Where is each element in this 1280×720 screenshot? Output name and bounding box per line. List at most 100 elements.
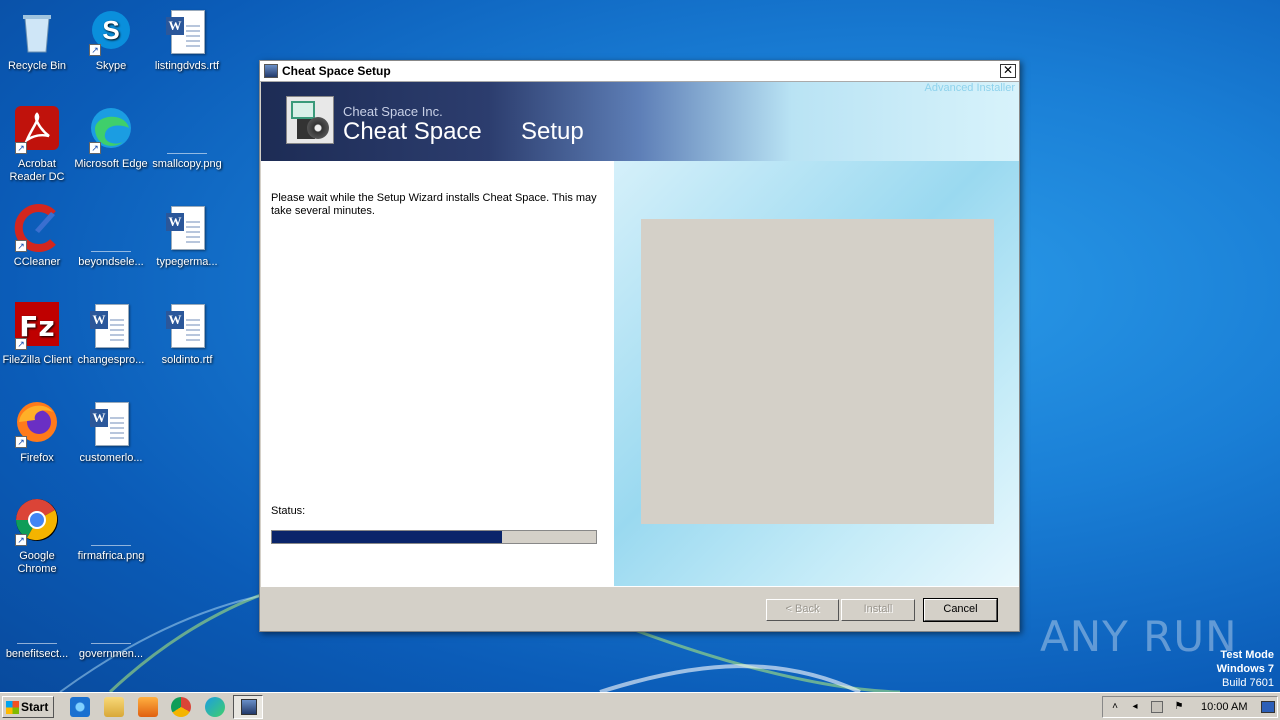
shortcut-arrow-icon: ↗: [15, 436, 27, 448]
filezilla-icon: Fz ↗: [13, 302, 61, 350]
desktop-icon-typegerma[interactable]: W typegerma...: [150, 204, 224, 269]
image-placeholder: [641, 219, 994, 524]
progress-fill: [272, 531, 503, 543]
desktop-icon-skype[interactable]: S ↗ Skype: [74, 8, 148, 73]
desktop-icon-edge[interactable]: ↗ Microsoft Edge: [74, 106, 148, 171]
desktop-icon-label: Recycle Bin: [7, 60, 67, 72]
show-desktop-icon[interactable]: [1261, 701, 1275, 713]
desktop-icon-label: listingdvds.rtf: [154, 60, 220, 72]
banner-product: Cheat Space: [343, 118, 482, 145]
desktop-icon-label: typegerma...: [156, 256, 218, 268]
word-document-icon: W: [163, 302, 211, 350]
back-button[interactable]: < Back: [766, 599, 839, 621]
desktop-icon-label: Firefox: [20, 452, 54, 464]
media-player-icon[interactable]: [138, 697, 158, 717]
desktop-icon-label: beyondsele...: [78, 256, 144, 268]
setup-banner: Cheat Space Inc. Cheat Space Setup Advan…: [261, 82, 1019, 161]
installer-taskbar-icon: [241, 699, 257, 715]
show-hidden-icons-icon[interactable]: ˄: [1109, 701, 1121, 713]
desktop-icon-firmafrica[interactable]: firmafrica.png: [74, 498, 148, 563]
desktop-icon-label: Google Chrome: [17, 550, 57, 575]
desktop-icon-recycle-bin[interactable]: Recycle Bin: [0, 8, 74, 73]
desktop-icon-label: smallcopy.png: [152, 158, 222, 170]
skype-icon: S ↗: [87, 8, 135, 56]
anyrun-watermark: ANY RUN: [1040, 612, 1238, 661]
desktop-icon-firefox[interactable]: ↗ Firefox: [0, 400, 74, 465]
desktop-icon-label: Microsoft Edge: [74, 158, 148, 170]
desktop-icon-acrobat[interactable]: ↗ Acrobat Reader DC: [0, 106, 74, 184]
desktop-icon-governmen[interactable]: governmen...: [74, 596, 148, 661]
banner-company: Cheat Space Inc.: [343, 104, 443, 119]
desktop-icon-label: customerlo...: [79, 452, 143, 464]
image-file-icon: [91, 222, 131, 252]
start-label: Start: [21, 700, 49, 714]
banner-setup: Setup: [521, 118, 584, 145]
banner-brand: Advanced Installer: [924, 82, 1016, 94]
install-button[interactable]: Install: [841, 599, 915, 621]
content-pane: Please wait while the Setup Wizard insta…: [261, 161, 614, 586]
os-label: Windows 7: [1216, 663, 1274, 675]
edge-taskbar-icon[interactable]: [205, 697, 225, 717]
desktop-icon-smallcopy[interactable]: smallcopy.png: [150, 106, 224, 171]
chrome-icon: ↗: [13, 498, 61, 546]
window-title: Cheat Space Setup: [282, 64, 391, 78]
shortcut-arrow-icon: ↗: [89, 44, 101, 56]
recycle-bin-icon: [13, 8, 61, 56]
build-label: Build 7601: [1222, 677, 1274, 689]
desktop-icon-label: firmafrica.png: [77, 550, 145, 562]
installer-app-icon: [264, 64, 278, 78]
desktop-icon-label: FileZilla Client: [2, 354, 72, 366]
side-image-pane: [614, 161, 1019, 586]
shortcut-arrow-icon: ↗: [15, 240, 27, 252]
test-mode-label: Test Mode: [1220, 649, 1274, 661]
internet-explorer-icon[interactable]: [70, 697, 90, 717]
chrome-taskbar-icon[interactable]: [171, 697, 191, 717]
clock[interactable]: 10:00 AM: [1201, 697, 1247, 717]
setup-window: Cheat Space Setup ✕ Cheat Space Inc. Che…: [259, 60, 1020, 632]
shortcut-arrow-icon: ↗: [15, 534, 27, 546]
product-logo-icon: [286, 96, 334, 144]
desktop-icon-benefitsect[interactable]: benefitsect...: [0, 596, 74, 661]
word-document-icon: W: [87, 302, 135, 350]
system-tray: ˄ ◂ ⚑ 10:00 AM: [1102, 696, 1278, 718]
install-message: Please wait while the Setup Wizard insta…: [271, 192, 597, 217]
acrobat-icon: ↗: [13, 106, 61, 154]
action-center-flag-icon[interactable]: ⚑: [1173, 701, 1185, 713]
desktop-icon-changespro[interactable]: W changespro...: [74, 302, 148, 367]
desktop-icon-soldinto[interactable]: W soldinto.rtf: [150, 302, 224, 367]
svg-text:S: S: [102, 15, 119, 45]
file-explorer-icon[interactable]: [104, 697, 124, 717]
firefox-icon: ↗: [13, 400, 61, 448]
desktop-icon-customerlo[interactable]: W customerlo...: [74, 400, 148, 465]
desktop-icon-chrome[interactable]: ↗ Google Chrome: [0, 498, 74, 576]
image-file-icon: [17, 614, 57, 644]
desktop-icon-filezilla[interactable]: Fz ↗ FileZilla Client: [0, 302, 74, 367]
shortcut-arrow-icon: ↗: [15, 338, 27, 350]
desktop-icon-listingdvds[interactable]: W listingdvds.rtf: [150, 8, 224, 73]
desktop-icon-label: benefitsect...: [5, 648, 69, 660]
image-file-icon: [167, 124, 207, 154]
ccleaner-icon: ↗: [13, 204, 61, 252]
footer-divider: [261, 586, 1019, 587]
desktop-icon-ccleaner[interactable]: ↗ CCleaner: [0, 204, 74, 269]
word-document-icon: W: [163, 8, 211, 56]
network-icon[interactable]: [1151, 701, 1163, 713]
progress-bar: [271, 530, 597, 544]
status-label: Status:: [271, 505, 306, 517]
desktop-icon-beyondsele[interactable]: beyondsele...: [74, 204, 148, 269]
edge-icon: ↗: [87, 106, 135, 154]
volume-icon[interactable]: ◂: [1129, 701, 1141, 713]
desktop-icon-label: Acrobat Reader DC: [9, 158, 65, 183]
start-button[interactable]: Start: [2, 696, 54, 718]
setup-taskbar-button[interactable]: [233, 695, 263, 719]
desktop-icon-label: Skype: [95, 60, 127, 72]
close-button[interactable]: ✕: [1000, 64, 1016, 78]
taskbar: Start ˄ ◂ ⚑ 10:00 AM: [0, 692, 1280, 720]
word-document-icon: W: [163, 204, 211, 252]
windows-logo-icon: [6, 701, 19, 714]
cancel-button[interactable]: Cancel: [923, 598, 998, 622]
window-titlebar[interactable]: Cheat Space Setup: [260, 61, 1019, 82]
shortcut-arrow-icon: ↗: [15, 142, 27, 154]
desktop-icon-label: soldinto.rtf: [161, 354, 213, 366]
image-file-icon: [91, 614, 131, 644]
